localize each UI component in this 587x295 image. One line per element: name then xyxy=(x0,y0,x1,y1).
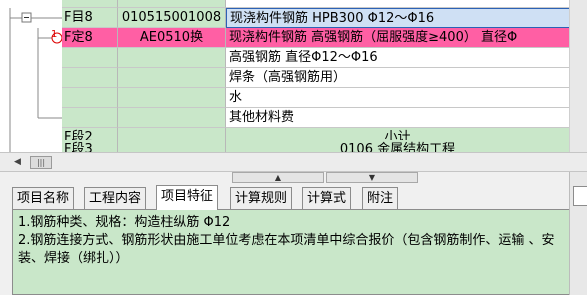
right-panel-tab[interactable] xyxy=(573,186,587,206)
row-name[interactable]: 焊条（高强钢筋用） xyxy=(226,68,570,88)
right-panel-strip xyxy=(569,172,587,295)
row-code: F目8 xyxy=(62,8,118,28)
row-number: 010515001008 xyxy=(118,8,226,28)
marker-1-icon: 1 xyxy=(51,29,58,40)
table-row[interactable]: 高强钢筋 直径Φ12～Φ16 xyxy=(0,48,587,68)
vertical-scrollbar[interactable] xyxy=(569,0,587,152)
table-row[interactable]: 1 F定8 AE0510换 现浇构件钢筋 高强钢筋（屈服强度≥400） 直径Φ xyxy=(0,28,587,48)
row-code: F定8 xyxy=(62,28,118,48)
scroll-left-icon[interactable]: ◀ xyxy=(14,157,21,167)
table-row[interactable]: F段3 0106 金属结构工程 xyxy=(0,140,587,152)
tab-formula[interactable]: 计算式 xyxy=(302,187,352,209)
row-code: F段3 xyxy=(62,140,118,152)
row-name[interactable]: 其他材料费 xyxy=(226,108,570,128)
left-strip xyxy=(0,172,12,295)
tab-work-content[interactable]: 工程内容 xyxy=(84,187,147,209)
feature-text-area[interactable]: 1.钢筋种类、规格：构造柱纵筋 Φ12 2.钢筋连接方式、钢筋形状由施工单位考虑… xyxy=(12,209,570,295)
row-number: AE0510换 xyxy=(118,28,226,48)
collapse-down-icon[interactable]: ▼ xyxy=(326,172,418,183)
splitter[interactable]: ▲ ▼ xyxy=(232,172,420,184)
feature-line-2: 2.钢筋连接方式、钢筋形状由施工单位考虑在本项清单中综合报价（包含钢筋制作、运输… xyxy=(18,233,555,266)
horizontal-scrollbar[interactable]: ◀ ||| xyxy=(0,152,587,172)
row-name[interactable]: 现浇构件钢筋 高强钢筋（屈服强度≥400） 直径Φ xyxy=(226,28,570,48)
bill-grid[interactable]: F目8 010515001008 现浇构件钢筋 HPB300 Φ12～Φ16 1… xyxy=(0,0,587,152)
tab-project-features[interactable]: 项目特征 xyxy=(156,185,219,210)
tab-notes[interactable]: 附注 xyxy=(362,187,399,209)
row-name[interactable]: 现浇构件钢筋 HPB300 Φ12～Φ16 xyxy=(226,8,570,28)
tab-project-name[interactable]: 项目名称 xyxy=(12,187,75,209)
scroll-thumb[interactable]: ||| xyxy=(30,156,52,169)
table-row[interactable]: 焊条（高强钢筋用） xyxy=(0,68,587,88)
table-row[interactable]: 其他材料费 xyxy=(0,108,587,128)
table-row[interactable]: 水 xyxy=(0,88,587,108)
tree-connector: 1 xyxy=(0,28,63,48)
row-name[interactable]: 水 xyxy=(226,88,570,108)
row-name[interactable]: 0106 金属结构工程 xyxy=(226,140,570,152)
feature-line-1: 1.钢筋种类、规格：构造柱纵筋 Φ12 xyxy=(18,215,231,230)
table-row[interactable]: F目8 010515001008 现浇构件钢筋 HPB300 Φ12～Φ16 xyxy=(0,8,587,28)
table-row-partial xyxy=(0,0,587,8)
row-name[interactable]: 高强钢筋 直径Φ12～Φ16 xyxy=(226,48,570,68)
collapse-up-icon[interactable]: ▲ xyxy=(232,172,324,183)
tab-calc-rules[interactable]: 计算规则 xyxy=(230,187,293,209)
tree-connector xyxy=(0,8,62,28)
